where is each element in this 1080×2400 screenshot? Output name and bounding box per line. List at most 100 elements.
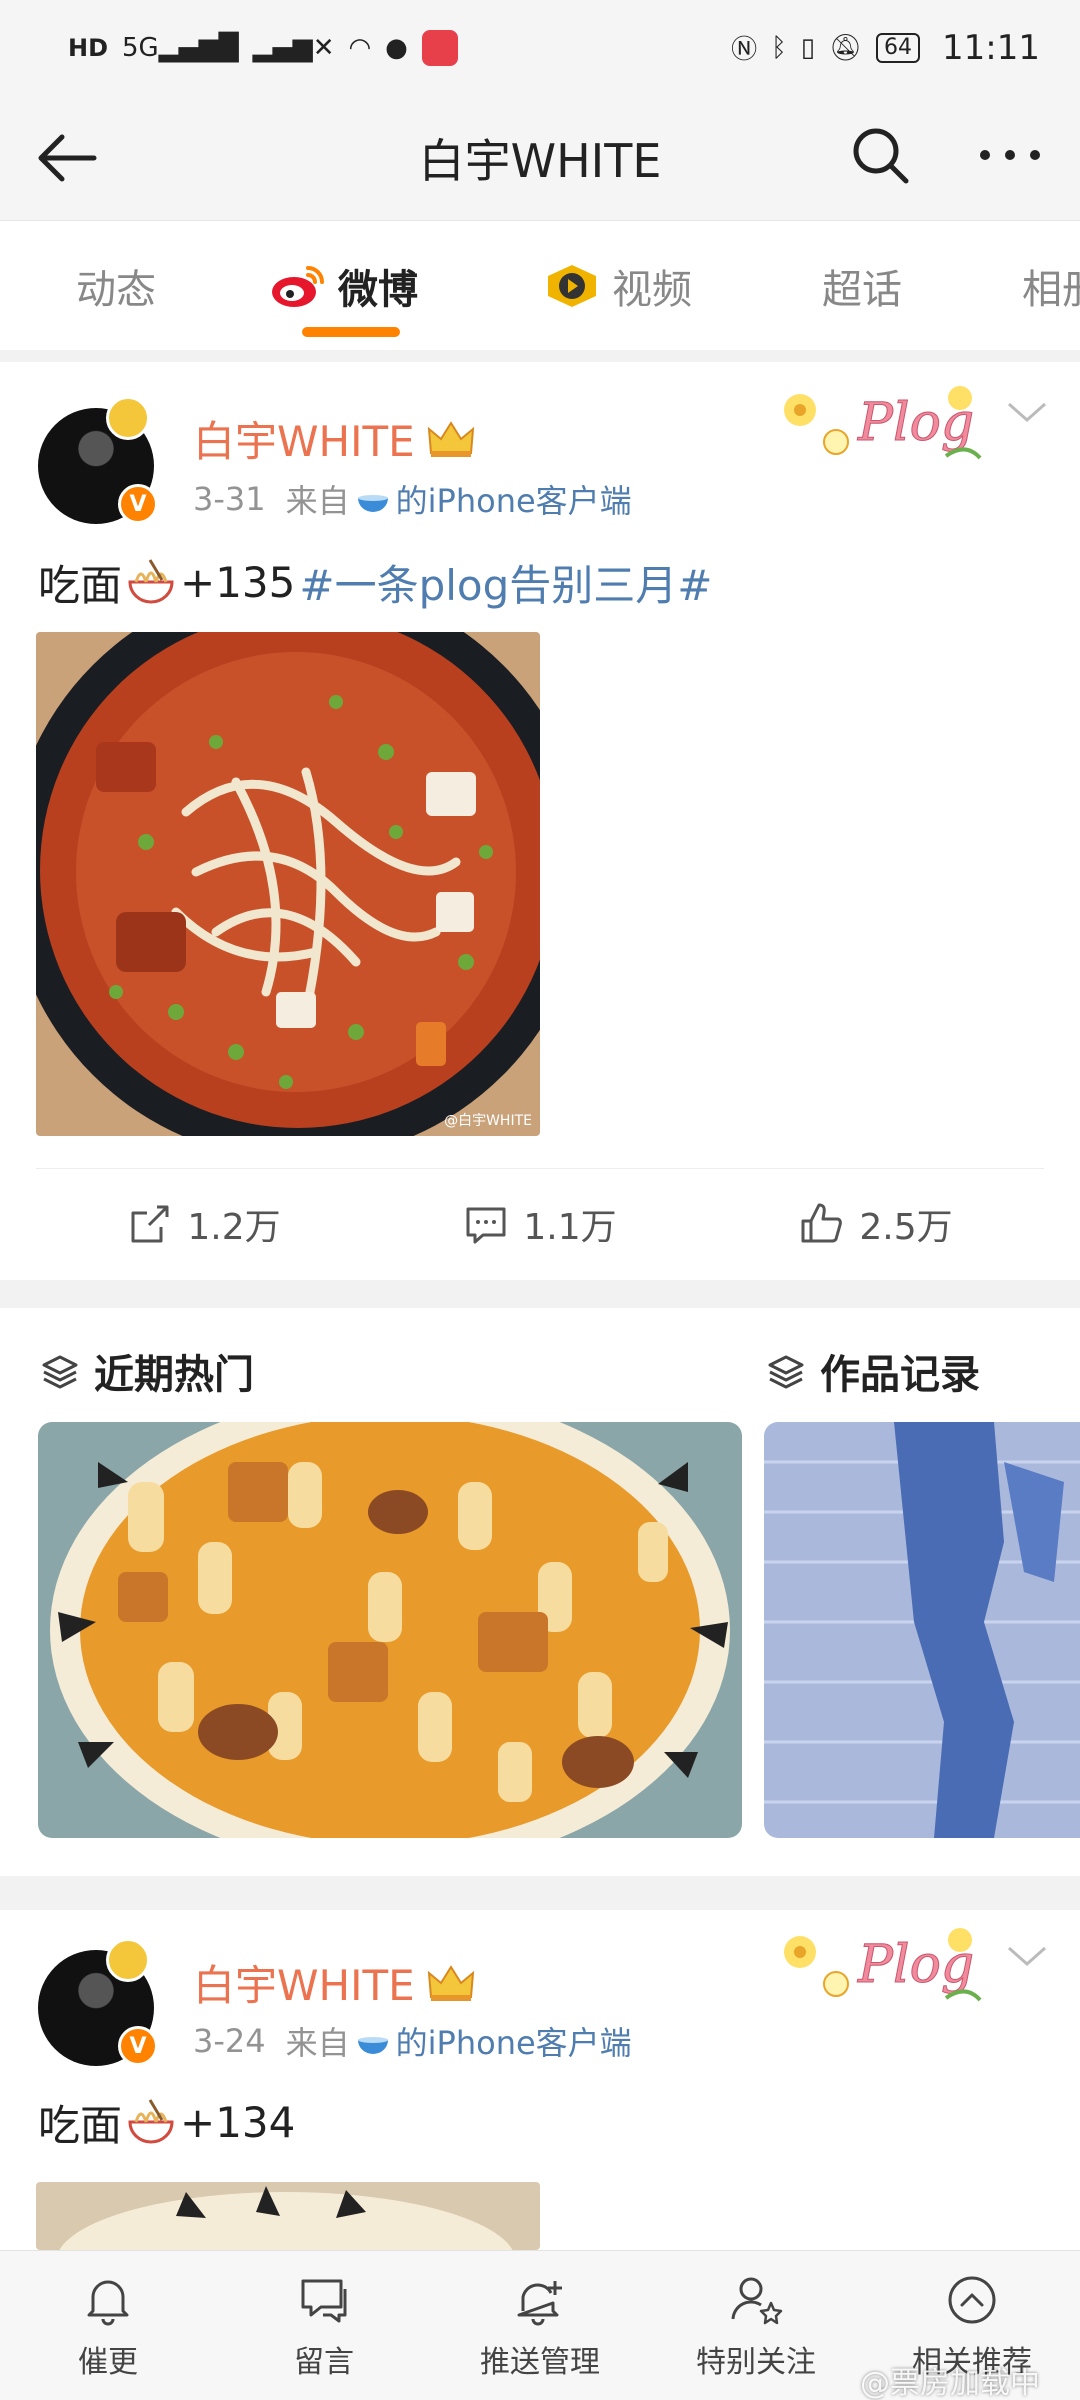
noodle-soup-image — [36, 632, 540, 1136]
screenshot-watermark: @票房加载中 — [860, 2366, 1040, 2400]
more-icon[interactable] — [975, 123, 1045, 187]
chevron-down-icon[interactable] — [1005, 396, 1049, 426]
nav-message[interactable]: 留言 — [216, 2251, 432, 2400]
post-date: 3-31 — [193, 480, 266, 518]
author-label: 白宇WHITE — [193, 1961, 415, 2010]
post-image[interactable] — [36, 2182, 540, 2250]
page-title: 白宇WHITE — [418, 133, 662, 188]
repost-icon — [131, 1205, 169, 1243]
tab-label: 动态 — [76, 267, 156, 313]
noodle-plate-image — [59, 2186, 513, 2250]
top-header: 白宇WHITE — [0, 95, 1080, 220]
bluetooth-icon: ᛒ — [771, 32, 787, 63]
topic-link[interactable]: #一条plog告别三月# — [299, 552, 712, 613]
mute-icon: 🔕︎ — [829, 32, 863, 63]
vibrate-icon: ▯ — [800, 32, 815, 63]
weibo-icon — [272, 266, 324, 307]
nav-special-follow[interactable]: 特别关注 — [648, 2251, 864, 2400]
source-prefix: 来自 — [285, 2024, 350, 2062]
profile-tabs: 动态 微博 视频 超话 相册 — [0, 220, 1080, 350]
chevron-up-circle-icon — [948, 2276, 996, 2324]
video-icon — [548, 265, 596, 307]
post-meta: 3-24 来自 的iPhone客户端 — [193, 2018, 632, 2064]
tab-video[interactable]: 视频 — [544, 257, 692, 315]
comment-count: 1.1万 — [523, 1207, 617, 1248]
tab-label: 视频 — [612, 267, 692, 313]
author-label: 白宇WHITE — [193, 417, 415, 466]
post-text: 吃面 +135 #一条plog告别三月# — [38, 552, 712, 613]
album-title-label: 作品记录 — [820, 1352, 980, 1398]
post-card[interactable]: V 白宇WHITE 3-24 来自 的iPhone客户端 Plog 吃面 +13… — [0, 1910, 1080, 2250]
arrow-left-icon[interactable] — [34, 125, 100, 191]
nfc-icon: Ⓝ — [731, 35, 758, 65]
layers-icon — [42, 1355, 78, 1389]
nav-label: 推送管理 — [480, 2345, 600, 2380]
badge-icon — [106, 396, 150, 440]
source-link[interactable]: 的iPhone客户端 — [396, 2018, 632, 2064]
verified-icon: V — [118, 484, 158, 524]
album-works[interactable]: 作品记录 — [766, 1342, 980, 1400]
chevron-down-icon[interactable] — [1005, 1940, 1049, 1970]
bowl-icon — [357, 2037, 388, 2054]
source-prefix: 来自 — [285, 482, 350, 520]
comment-button[interactable]: 1.1万 — [372, 1169, 708, 1279]
album-recent-hot[interactable]: 近期热门 — [40, 1342, 254, 1400]
clock: 11:11 — [942, 27, 1040, 68]
crown-icon — [427, 420, 474, 457]
tab-super-topic[interactable]: 超话 — [822, 257, 902, 315]
bell-plus-icon — [517, 2281, 562, 2326]
thumbs-up-icon — [801, 1203, 843, 1243]
post-count: +135 — [180, 558, 296, 607]
bowl-icon — [357, 495, 388, 512]
album-image-works[interactable] — [764, 1422, 1080, 1838]
status-right: Ⓝ ᛒ ▯ 🔕︎ 64 11:11 — [731, 28, 1040, 68]
post-image[interactable]: @白宇WHITE — [36, 632, 540, 1136]
active-tab-indicator — [302, 327, 400, 337]
nav-label: 特别关注 — [696, 2345, 816, 2380]
post-text-main: 吃面 — [38, 561, 123, 610]
tab-album[interactable]: 相册 — [1022, 257, 1080, 315]
post-text-main: 吃面 — [38, 2101, 123, 2150]
comment-icon — [466, 1207, 506, 1244]
search-icon[interactable] — [848, 123, 912, 187]
user-star-icon — [731, 2277, 783, 2325]
source-link[interactable]: 的iPhone客户端 — [396, 476, 632, 522]
author-name[interactable]: 白宇WHITE — [193, 1952, 477, 2013]
post-count: +134 — [180, 2098, 296, 2147]
repost-count: 1.2万 — [187, 1207, 281, 1248]
post-date: 3-24 — [193, 2022, 266, 2060]
nav-urge-update[interactable]: 催更 — [0, 2251, 216, 2400]
layers-icon — [768, 1355, 804, 1389]
nav-label: 留言 — [294, 2345, 354, 2380]
status-bar: HD 5G ▂▄▆█ ▂▄▆✕ ◠ ● Ⓝ ᛒ ▯ 🔕︎ 64 11:11 — [0, 0, 1080, 95]
works-image — [764, 1422, 1080, 1838]
wifi-icon: ◠ — [348, 32, 372, 63]
post-card[interactable]: V 白宇WHITE 3-31 来自 的iPhone客户端 Plog 吃面 +13… — [0, 362, 1080, 1280]
browser-icon: ● — [385, 32, 408, 63]
message-icon — [301, 2279, 347, 2323]
album-title-label: 近期热门 — [94, 1352, 254, 1398]
hd-indicator: HD — [68, 33, 109, 62]
post-meta: 3-31 来自 的iPhone客户端 — [193, 476, 632, 522]
album-section: 近期热门 作品记录 — [0, 1308, 1080, 1876]
battery-icon: 64 — [876, 32, 921, 63]
badge-icon — [106, 1938, 150, 1982]
plog-sticker-icon: Plog — [784, 386, 982, 460]
network-type: 5G — [122, 32, 159, 63]
status-left: HD 5G ▂▄▆█ ▂▄▆✕ ◠ ● — [68, 29, 458, 66]
author-name[interactable]: 白宇WHITE — [193, 408, 477, 469]
noodle-plate-image — [38, 1422, 742, 1838]
tab-weibo[interactable]: 微博 — [270, 257, 418, 315]
repost-button[interactable]: 1.2万 — [36, 1169, 372, 1279]
like-count: 2.5万 — [859, 1207, 953, 1248]
nav-push-settings[interactable]: 推送管理 — [432, 2251, 648, 2400]
crown-icon — [427, 1964, 474, 2001]
bell-icon — [87, 2280, 129, 2326]
tab-label: 相册 — [1022, 267, 1080, 313]
tab-dynamic[interactable]: 动态 — [76, 257, 156, 315]
like-button[interactable]: 2.5万 — [708, 1169, 1044, 1279]
post-actions: 1.2万 1.1万 2.5万 — [36, 1168, 1044, 1279]
post-text: 吃面 +134 — [38, 2092, 295, 2153]
album-image-food[interactable] — [38, 1422, 742, 1838]
verified-icon: V — [118, 2026, 158, 2066]
